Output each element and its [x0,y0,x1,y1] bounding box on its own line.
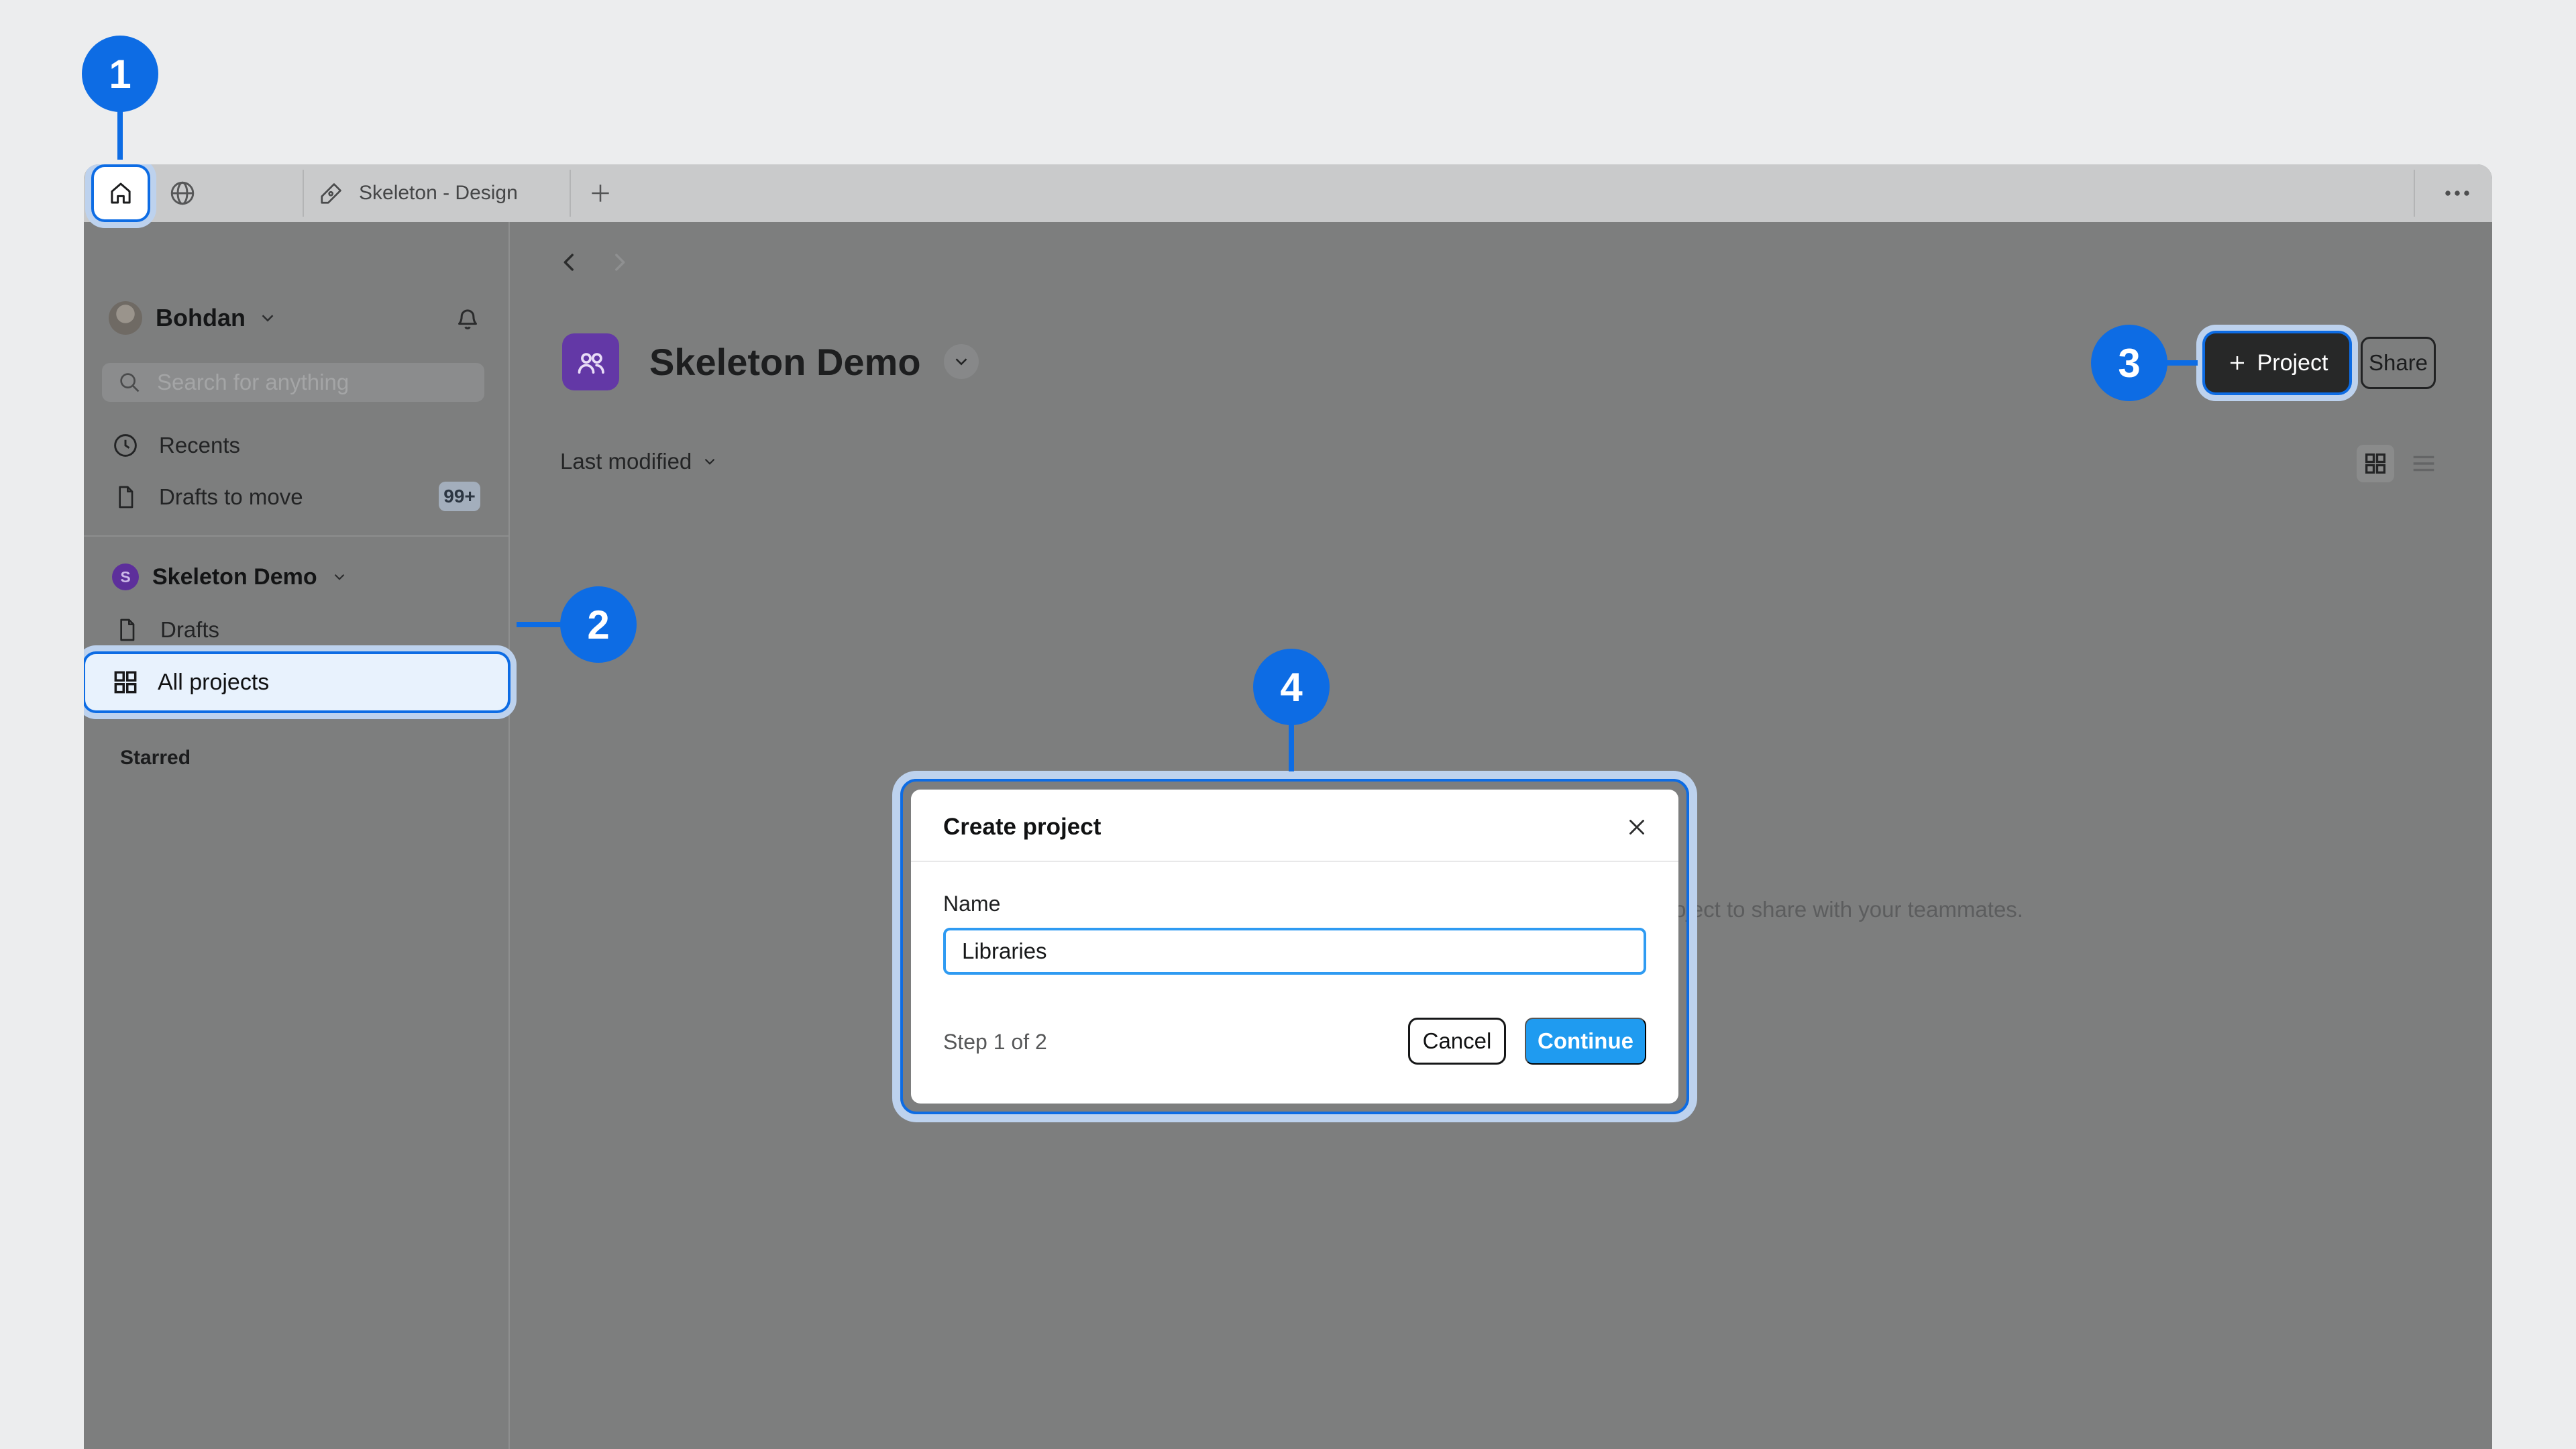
modal-title: Create project [943,814,1101,841]
cancel-button[interactable]: Cancel [1408,1018,1506,1065]
annotation-connector-1 [117,110,123,160]
user-name: Bohdan [156,304,246,332]
community-tab[interactable] [163,174,202,213]
back-button[interactable] [553,246,586,278]
sort-label: Last modified [560,449,692,474]
search-icon [117,370,142,395]
drafts-count-badge: 99+ [439,482,480,511]
tab-divider [2414,170,2415,217]
sidebar-item-label: All projects [158,669,269,696]
people-icon [572,343,610,381]
sidebar-item-label: Recents [159,433,240,458]
share-button[interactable]: Share [2361,337,2436,389]
annotation-connector-3 [2165,360,2198,366]
team-page-icon [562,333,619,390]
name-field-label: Name [943,892,1000,916]
continue-button[interactable]: Continue [1525,1018,1646,1065]
sort-dropdown[interactable]: Last modified [560,449,718,474]
plus-icon [2226,352,2248,374]
modal-separator [911,861,1678,862]
search-placeholder: Search for anything [157,370,349,395]
sidebar-item-all-projects[interactable]: All projects [85,654,508,710]
create-project-modal: Create project Name Step 1 of 2 Cancel C… [900,779,1689,1114]
chevron-down-icon [951,352,971,372]
grid-view-toggle[interactable] [2357,445,2394,482]
file-icon [113,616,140,643]
sidebar-item-recents[interactable]: Recents [111,429,240,462]
account-menu[interactable]: Bohdan [156,301,278,335]
bell-icon [452,303,483,333]
annotation-badge-4: 4 [1253,649,1330,725]
team-name: Skeleton Demo [152,564,317,590]
starred-section-label: Starred [120,747,191,769]
sidebar-item-label: Drafts to move [159,484,303,510]
chevron-down-icon [701,453,718,470]
globe-icon [168,178,197,208]
sidebar-team-switcher[interactable]: Skeleton Demo [152,564,348,590]
annotation-badge-3: 3 [2091,325,2167,401]
tab-divider [570,170,571,217]
chevron-down-icon [258,308,278,328]
team-avatar: S [112,564,139,590]
new-project-button[interactable]: Project [2205,333,2349,392]
design-file-tab[interactable]: Skeleton - Design [319,164,518,222]
modal-card: Create project Name Step 1 of 2 Cancel C… [911,790,1678,1104]
avatar[interactable] [109,301,142,335]
page-title: Skeleton Demo [649,340,921,384]
grid-icon [111,667,140,697]
annotation-connector-2 [517,622,562,627]
file-icon [112,484,139,511]
annotation-connector-4 [1289,723,1294,771]
new-project-button-label: Project [2257,350,2328,376]
annotation-badge-2: 2 [560,586,637,663]
step-indicator: Step 1 of 2 [943,1030,1047,1055]
sidebar-item-drafts-to-move[interactable]: Drafts to move [112,480,303,514]
sidebar: Bohdan Search for anything [84,222,508,1449]
chevron-left-icon [556,249,583,276]
window-menu-button[interactable] [2430,174,2484,213]
clock-icon [111,431,140,460]
team-menu-button[interactable] [944,344,979,379]
sidebar-item-drafts[interactable]: Drafts [113,614,219,645]
search-input[interactable]: Search for anything [102,363,484,402]
chevron-down-icon [331,568,348,586]
home-tab[interactable] [94,167,148,219]
new-tab-button[interactable] [580,174,621,213]
chevron-right-icon [606,249,633,276]
forward-button[interactable] [603,246,635,278]
browser-tab-bar: Skeleton - Design [84,164,2492,222]
close-button[interactable] [1622,812,1652,842]
project-name-input[interactable] [943,928,1646,975]
ellipsis-icon [2438,174,2476,212]
sidebar-item-label: Drafts [160,617,219,643]
sidebar-divider [508,222,510,1449]
pen-nib-icon [319,180,344,206]
tab-divider [303,170,304,217]
list-view-icon [2408,448,2439,479]
sidebar-separator [84,535,508,537]
close-icon [1624,814,1650,840]
home-icon [107,179,135,207]
design-tab-label: Skeleton - Design [359,182,518,205]
grid-view-icon [2362,450,2389,477]
notifications-button[interactable] [449,300,486,336]
plus-icon [588,180,613,206]
annotation-badge-1: 1 [82,36,158,112]
list-view-toggle[interactable] [2406,446,2441,481]
